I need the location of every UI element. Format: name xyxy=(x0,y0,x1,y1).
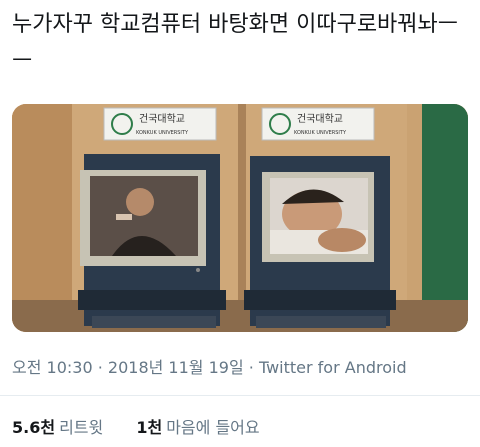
likes-count: 1천 xyxy=(136,418,163,437)
kiosk-photo: 건국대학교 KONKUK UNIVERSITY 건국대학교 KONKUK UNI… xyxy=(12,104,468,332)
sign-left-english: KONKUK UNIVERSITY xyxy=(136,130,189,136)
tweet-stats: 5.6천 리트윗 1천 마음에 들어요 xyxy=(12,414,288,438)
tweet-photo[interactable]: 건국대학교 KONKUK UNIVERSITY 건국대학교 KONKUK UNI… xyxy=(12,104,468,332)
retweets-label: 리트윗 xyxy=(59,418,104,437)
sign-left-korean: 건국대학교 xyxy=(139,113,185,125)
sign-right-korean: 건국대학교 xyxy=(297,113,343,125)
kiosk-left xyxy=(78,154,226,328)
meta-separator: · xyxy=(243,358,259,377)
sign-right-english: KONKUK UNIVERSITY xyxy=(294,130,347,136)
meta-separator: · xyxy=(92,358,108,377)
likes-label: 마음에 들어요 xyxy=(166,418,260,437)
retweets-stat[interactable]: 5.6천 리트윗 xyxy=(12,414,103,438)
tweet-time[interactable]: 오전 10:30 xyxy=(12,358,93,377)
tweet-metadata: 오전 10:30 · 2018년 11월 19일 · Twitter for A… xyxy=(12,354,407,378)
tweet-source[interactable]: Twitter for Android xyxy=(259,358,407,377)
likes-stat[interactable]: 1천 마음에 들어요 xyxy=(136,414,259,438)
tweet-date[interactable]: 2018년 11월 19일 xyxy=(108,358,244,377)
tweet-text: 누가자꾸 학교컴퓨터 바탕화면 이따구로바꿔놔ㅡㅡ xyxy=(12,12,459,74)
retweets-count: 5.6천 xyxy=(12,418,56,437)
kiosk-right xyxy=(244,156,396,328)
divider xyxy=(0,395,480,396)
